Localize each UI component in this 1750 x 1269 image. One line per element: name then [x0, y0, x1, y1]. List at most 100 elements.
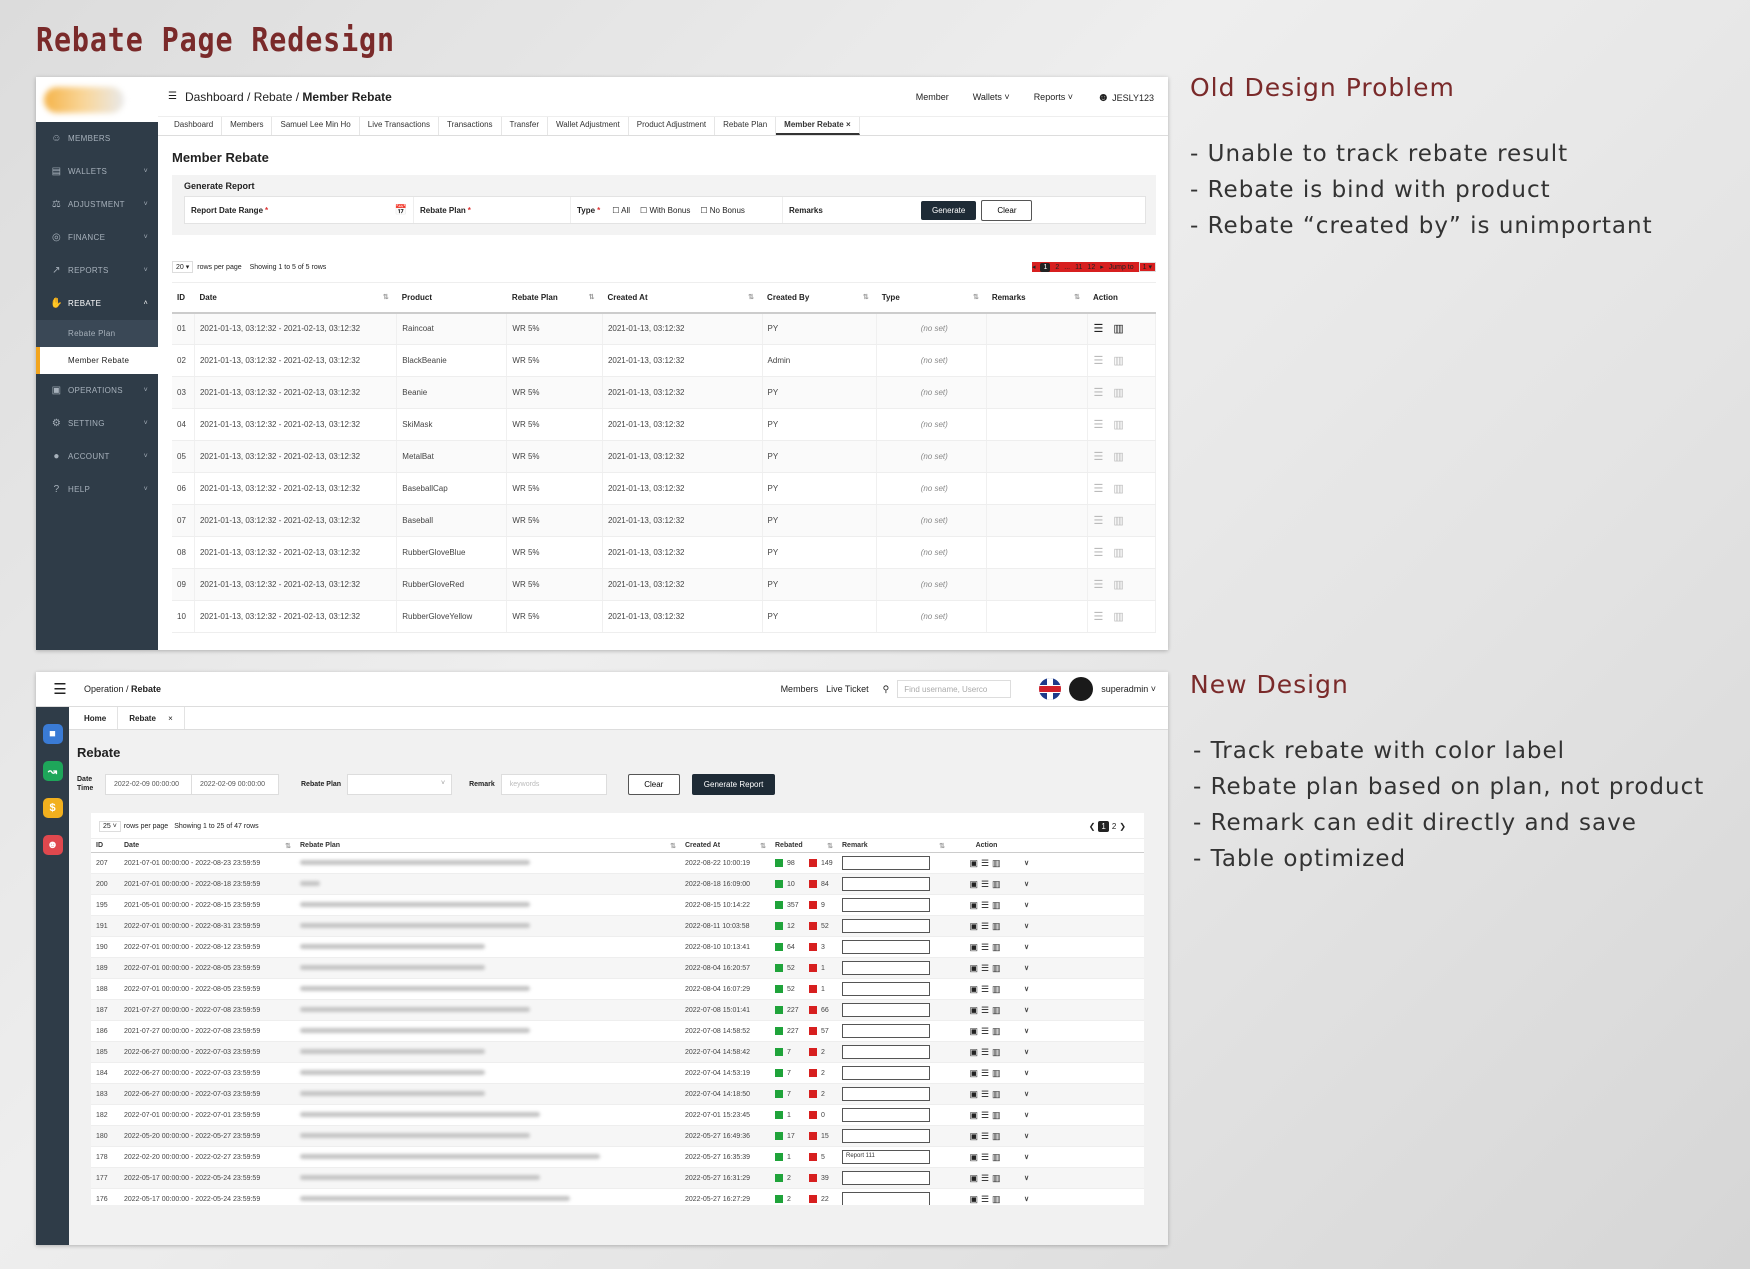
list-icon[interactable]: ☰ — [981, 1152, 992, 1162]
close-icon[interactable]: × — [168, 714, 173, 723]
remark-input[interactable] — [842, 940, 930, 954]
chevron-down-icon[interactable]: ∨ — [1024, 1028, 1029, 1035]
close-icon[interactable]: × — [844, 120, 851, 129]
list-icon[interactable]: ☰ — [1093, 323, 1103, 335]
breadcrumb-item[interactable]: Operation — [84, 684, 124, 694]
list-icon[interactable]: ☰ — [981, 1005, 992, 1015]
list-icon[interactable]: ☰ — [981, 1173, 992, 1183]
trash-icon[interactable]: ▥ — [992, 1110, 1004, 1120]
user-menu[interactable]: ☻ JESLY123 — [1097, 90, 1154, 104]
list-icon[interactable]: ☰ — [981, 1131, 992, 1141]
tab-dashboard[interactable]: Dashboard — [166, 117, 223, 135]
tab-wallet-adjustment[interactable]: Wallet Adjustment — [548, 117, 629, 135]
tab-samuel-lee-min-ho[interactable]: Samuel Lee Min Ho — [272, 117, 360, 135]
column-header[interactable]: Date ⇅ — [194, 282, 397, 314]
save-icon[interactable]: ▣ — [969, 900, 981, 910]
list-icon[interactable]: ☰ — [1093, 355, 1103, 367]
list-icon[interactable]: ☰ — [981, 879, 992, 889]
remark-input[interactable] — [842, 898, 930, 912]
column-header[interactable]: Rebate Plan ⇅ — [506, 282, 603, 314]
page-size-select[interactable]: 25 ˅ — [99, 820, 121, 832]
members-link[interactable]: Members — [781, 684, 819, 694]
menu-icon[interactable]: ☰ — [168, 91, 177, 102]
chevron-down-icon[interactable]: ∨ — [1024, 1049, 1029, 1056]
tab-members[interactable]: Members — [222, 117, 273, 135]
list-icon[interactable]: ☰ — [981, 858, 992, 868]
tab-member-rebate[interactable]: Member Rebate × — [776, 117, 860, 135]
save-icon[interactable]: ▣ — [969, 921, 981, 931]
trash-icon[interactable]: ▥ — [1113, 579, 1123, 591]
list-icon[interactable]: ☰ — [981, 1194, 992, 1204]
live-ticket-link[interactable]: Live Ticket — [826, 684, 869, 694]
list-icon[interactable]: ☰ — [981, 1068, 992, 1078]
sort-icon[interactable]: ⇅ — [670, 842, 676, 850]
sidebar-item-finance[interactable]: ◎ FINANCE ˅ — [36, 221, 158, 254]
sidebar-item-help[interactable]: ? HELP ˅ — [36, 473, 158, 506]
uk-flag-icon[interactable] — [1039, 678, 1062, 700]
sidebar-item-members[interactable]: ☺ MEMBERS — [36, 122, 158, 155]
column-header[interactable]: Created By ⇅ — [762, 282, 877, 314]
tab-home[interactable]: Home — [73, 707, 119, 729]
chevron-down-icon[interactable]: ∨ — [1024, 1154, 1029, 1161]
next-page-icon[interactable]: ❯ — [1119, 822, 1126, 831]
trash-icon[interactable]: ▥ — [1113, 483, 1123, 495]
search-input[interactable]: Find username, Userco — [897, 680, 1012, 698]
page-link[interactable]: 2 — [1112, 822, 1116, 831]
list-icon[interactable]: ☰ — [981, 1110, 992, 1120]
avatar[interactable] — [1069, 677, 1094, 701]
prev-page-icon[interactable]: ❮ — [1089, 822, 1096, 831]
tab-rebate-plan[interactable]: Rebate Plan — [715, 117, 777, 135]
remark-input[interactable] — [842, 1087, 930, 1101]
chevron-down-icon[interactable]: ∨ — [1024, 902, 1029, 909]
column-header[interactable]: Rebated ⇅ — [770, 838, 837, 853]
trash-icon[interactable]: ▥ — [1113, 323, 1123, 335]
chevron-down-icon[interactable]: ∨ — [1024, 1091, 1029, 1098]
page-size-select[interactable]: 20 ▾ — [172, 261, 194, 273]
remark-input[interactable] — [842, 1192, 930, 1205]
save-icon[interactable]: ▣ — [969, 1131, 981, 1141]
sort-icon[interactable]: ⇅ — [1074, 293, 1080, 301]
chart-app-icon[interactable]: ↝ — [42, 761, 63, 781]
calendar-icon[interactable]: 📅 — [395, 205, 407, 216]
remark-input[interactable] — [842, 919, 930, 933]
page-link[interactable]: 2 — [1055, 264, 1059, 271]
save-icon[interactable]: ▣ — [969, 1068, 981, 1078]
sidebar-item-setting[interactable]: ⚙ SETTING ˅ — [36, 407, 158, 440]
column-header[interactable]: Date ⇅ — [119, 838, 295, 853]
remark-input[interactable] — [842, 1171, 930, 1185]
trash-icon[interactable]: ▥ — [992, 1068, 1004, 1078]
trash-icon[interactable]: ▥ — [992, 942, 1004, 952]
list-icon[interactable]: ☰ — [981, 900, 992, 910]
column-header[interactable]: Remark ⇅ — [837, 838, 949, 853]
column-header[interactable]: Created At ⇅ — [680, 838, 770, 853]
hamburger-icon[interactable]: ☰ — [36, 680, 84, 698]
chevron-down-icon[interactable]: ∨ — [1024, 1196, 1029, 1203]
home-app-icon[interactable]: ■ — [42, 724, 63, 744]
rebate-plan-select[interactable]: ˅ — [347, 773, 453, 795]
clear-button[interactable]: Clear — [981, 199, 1033, 221]
sidebar-item-adjustment[interactable]: ⚖ ADJUSTMENT ˅ — [36, 188, 158, 221]
sidebar-item-member-rebate[interactable]: Member Rebate — [36, 347, 158, 374]
remarks-field[interactable]: Remarks — [783, 197, 921, 223]
trash-icon[interactable]: ▥ — [992, 921, 1004, 931]
sidebar-item-reports[interactable]: ↗ REPORTS ˅ — [36, 254, 158, 287]
remark-input[interactable] — [842, 877, 930, 891]
trash-icon[interactable]: ▥ — [992, 1047, 1004, 1057]
money-app-icon[interactable]: $ — [42, 798, 63, 818]
list-icon[interactable]: ☰ — [1093, 483, 1103, 495]
chevron-down-icon[interactable]: ∨ — [1024, 923, 1029, 930]
tab-transactions[interactable]: Transactions — [439, 117, 502, 135]
list-icon[interactable]: ☰ — [1093, 451, 1103, 463]
sidebar-item-wallets[interactable]: ▤ WALLETS ˅ — [36, 155, 158, 188]
sort-icon[interactable]: ⇅ — [589, 293, 595, 301]
tab-live-transactions[interactable]: Live Transactions — [360, 117, 440, 135]
save-icon[interactable]: ▣ — [969, 1089, 981, 1099]
remark-input[interactable] — [842, 961, 930, 975]
column-header[interactable]: Rebate Plan ⇅ — [295, 838, 680, 853]
chevron-down-icon[interactable]: ∨ — [1024, 986, 1029, 993]
no-bonus-checkbox[interactable]: ☐ No Bonus — [700, 206, 745, 215]
save-icon[interactable]: ▣ — [969, 1152, 981, 1162]
clear-button[interactable]: Clear — [627, 773, 680, 795]
tab-rebate[interactable]: Rebate × — [118, 707, 185, 729]
trash-icon[interactable]: ▥ — [992, 879, 1004, 889]
